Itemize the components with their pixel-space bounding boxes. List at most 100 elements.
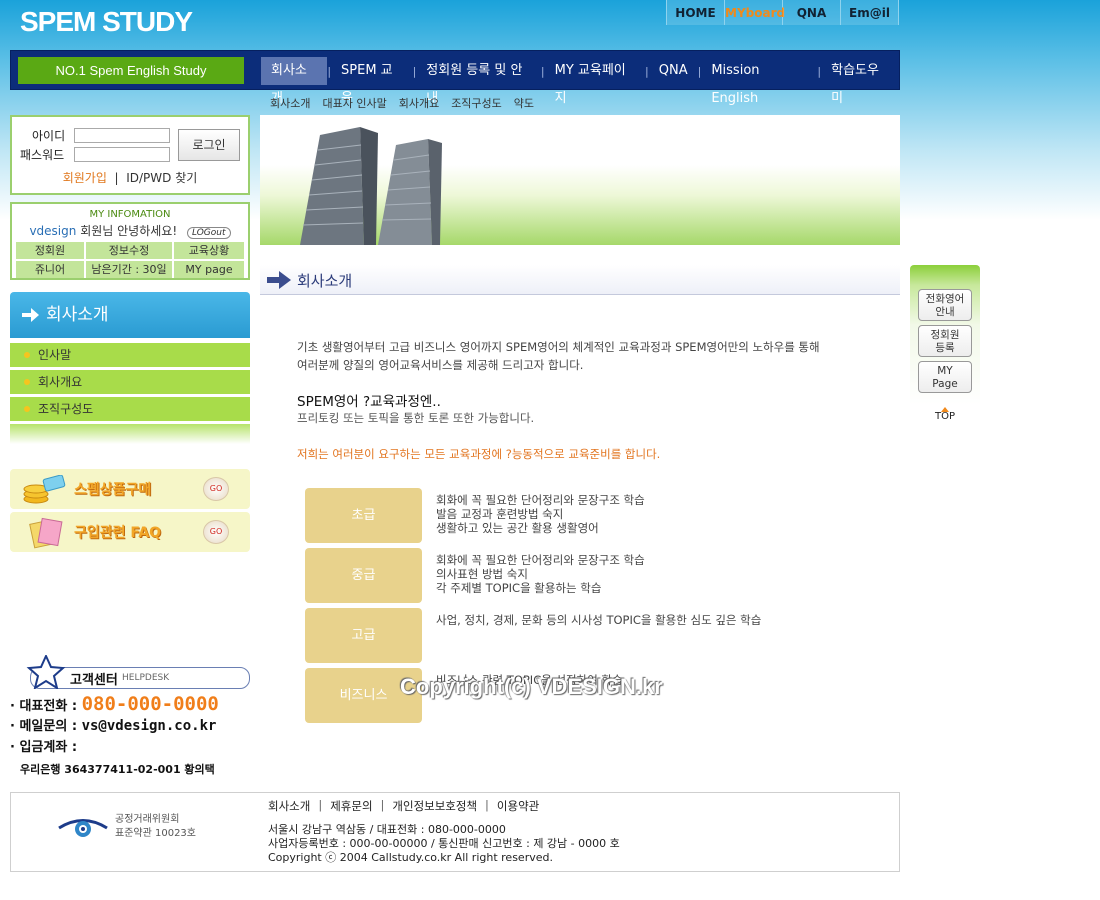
footer-address: 서울시 강남구 역삼동 / 대표전화 : 080-000-0000 사업자등록번… [268,823,620,864]
submenu-overview[interactable]: 회사개요 [399,95,439,111]
my-info-title: MY INFOMATION [89,209,171,220]
menu-my-education[interactable]: MY 교육페이지 [545,57,645,106]
footer-link-partnership[interactable]: 제휴문의 [330,798,372,814]
remaining-period: 남은기간 : 30일 [86,261,172,278]
curriculum-subtext: 프리토킹 또는 토픽을 통한 토론 또한 가능합니다. [297,411,535,425]
topnav-home[interactable]: HOME [667,0,725,25]
id-input[interactable] [74,128,170,143]
menu-study-helper[interactable]: 학습도우미 [821,57,899,106]
course-row-intermediate: 중급 회화에 꼭 필요한 단어정리와 문장구조 학습 의사표현 방법 숙지 각 … [305,548,825,604]
copyright-watermark: Copyright(c) VDESIGN.kr [400,674,663,699]
footer-link-company[interactable]: 회사소개 [268,798,310,814]
site-logo[interactable]: SPEM STUDY [20,6,193,38]
intro-line: 여러분께 양질의 영어교육서비스를 제공해 드리고자 합니다. [297,358,584,372]
course-description: 회화에 꼭 필요한 단어정리와 문장구조 학습 의사표현 방법 숙지 각 주제별… [436,553,645,595]
building-image [300,127,442,245]
login-links: 회원가입 | ID/PWD 찾기 [12,169,248,186]
education-status-link[interactable]: 교육상황 [174,242,244,259]
leftmenu-item-organization[interactable]: 조직구성도 [10,397,250,421]
topnav-myboard[interactable]: MYboard [725,0,785,25]
left-menu-header: 회사소개 [10,292,250,338]
quick-menu: 전화영어 안내 정회원 등록 MY Page TOP [910,265,980,430]
footer: 공정거래위원회 표준약관 10023호 회사소개 | 제휴문의 | 개인정보보호정책… [10,792,900,872]
my-info-box: MY INFOMATION vdesign 회원님 안녕하세요! LOGout … [10,202,250,280]
left-menu-fade [10,424,250,444]
course-description: 회화에 꼭 필요한 단어정리와 문장구조 학습 발음 교정과 훈련방법 숙지 생… [436,493,645,535]
main-menu: 회사소개 | SPEM 교육 | 정회원 등록 및 안내 | MY 교육페이지 … [261,57,899,106]
logout-button[interactable]: LOGout [186,227,231,239]
footer-link-privacy[interactable]: 개인정보보호정책 [392,798,477,814]
topnav-qna[interactable]: QNA [783,0,841,25]
bank-account: 우리은행 364377411-02-001 황의택 [20,763,215,776]
go-button[interactable]: GO [203,477,229,501]
leftmenu-label: 회사개요 [38,375,83,389]
highlight-text: 저희는 여러분이 요구하는 모든 교육과정에 ?능동적으로 교육준비를 합니다. [297,447,661,461]
greeting: vdesign 회원님 안녕하세요! LOGout [12,222,248,239]
intro-line: 기초 생활영어부터 고급 비즈니스 영어까지 SPEM영어의 체계적인 교육과정… [297,340,820,354]
banner-label: 구입관련 FAQ [74,525,162,541]
course-description: 사업, 정치, 경제, 문화 등의 시사성 TOPIC을 활용한 심도 깊은 학… [436,613,762,627]
phone-label: · 대표전화 : [10,699,78,714]
password-input[interactable] [74,147,170,162]
menu-mission-english[interactable]: Mission English [701,57,817,106]
course-row-beginner: 초급 회화에 꼭 필요한 단어정리와 문장구조 학습 발음 교정과 훈련방법 숙… [305,488,825,544]
leftmenu-item-overview[interactable]: 회사개요 [10,370,250,394]
intro-text: 기초 생활영어부터 고급 비즈니스 영어까지 SPEM영어의 체계적인 교육과정… [297,338,857,374]
find-id-pwd-link[interactable]: ID/PWD 찾기 [126,171,197,185]
username: vdesign [29,224,77,238]
login-box: 아이디 패스워드 로그인 회원가입 | ID/PWD 찾기 [10,115,250,195]
sub-menu: 회사소개 대표자 인사말 회사개요 조직구성도 약도 [270,95,534,111]
bullet-icon [24,352,30,358]
member-register-button[interactable]: 정회원 등록 [918,325,972,357]
helpdesk-header: 고객센터 HELPDESK [10,655,250,689]
menu-spem-education[interactable]: SPEM 교육 [331,57,413,106]
submenu-organization[interactable]: 조직구성도 [451,95,502,111]
email-address[interactable]: vs@vdesign.co.kr [82,718,217,734]
leftmenu-label: 인사말 [38,348,72,362]
member-grade: 정회원 [16,242,84,259]
slogan: NO.1 Spem English Study [18,57,244,84]
page-title-bar: 회사소개 [260,265,900,295]
account-label: · 입금계좌 : [10,740,78,755]
top-button[interactable]: TOP [910,411,980,422]
edit-info-link[interactable]: 정보수정 [86,242,172,259]
footer-links: 회사소개 | 제휴문의 | 개인정보보호정책 | 이용약관 [268,798,540,814]
phone-number: 080-000-0000 [81,693,219,715]
curriculum-heading: SPEM영어 ?교육과정엔.. [297,394,441,410]
coins-icon [23,475,66,504]
my-info-grid: 정회원 정보수정 교육상황 쥬니어 남은기간 : 30일 MY page [16,242,244,280]
my-page-button[interactable]: MY Page [918,361,972,393]
bullet-icon [24,379,30,385]
page-title: 회사소개 [297,272,353,290]
left-menu: 인사말 회사개요 조직구성도 [10,343,250,424]
helpdesk-subtitle: HELPDESK [122,673,170,683]
main-navbar: NO.1 Spem English Study 회사소개 | SPEM 교육 |… [10,50,900,106]
ftc-logo-icon [58,819,108,837]
id-label: 아이디 [32,129,66,143]
leftmenu-label: 조직구성도 [38,402,94,416]
product-purchase-banner[interactable]: 스펨상품구매 GO [10,469,250,509]
ftc-text: 공정거래위원회 표준약관 10023호 [115,814,196,839]
login-button[interactable]: 로그인 [178,129,240,161]
helpdesk-title: 고객센터 [70,673,118,688]
documents-icon [29,517,63,549]
submenu-map[interactable]: 약도 [514,95,534,111]
menu-membership[interactable]: 정회원 등록 및 안내 [416,57,541,106]
contact-info: · 대표전화 : 080-000-0000 · 메일문의 : vs@vdesig… [10,693,260,781]
menu-qna[interactable]: QNA [649,57,698,85]
leftmenu-item-greeting[interactable]: 인사말 [10,343,250,367]
join-link[interactable]: 회원가입 [63,171,107,185]
arrow-right-icon [22,308,39,322]
course-level-badge[interactable]: 고급 [305,608,422,663]
submenu-ceo-greeting[interactable]: 대표자 인사말 [322,95,386,111]
course-level-badge[interactable]: 초급 [305,488,422,543]
submenu-company[interactable]: 회사소개 [270,95,310,111]
phone-english-button[interactable]: 전화영어 안내 [918,289,972,321]
topnav-email[interactable]: Em@il [841,0,899,25]
go-button[interactable]: GO [203,520,229,544]
course-level-badge[interactable]: 중급 [305,548,422,603]
menu-company[interactable]: 회사소개 [261,57,328,106]
footer-link-terms[interactable]: 이용약관 [497,798,539,814]
purchase-faq-banner[interactable]: 구입관련 FAQ GO [10,512,250,552]
my-page-link[interactable]: MY page [174,261,244,278]
